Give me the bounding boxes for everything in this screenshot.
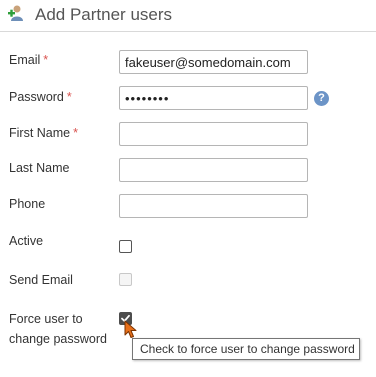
page-title: Add Partner users <box>35 5 173 24</box>
send-email-label: Send Email <box>9 273 73 287</box>
phone-field[interactable] <box>119 194 308 218</box>
required-marker: * <box>66 90 72 104</box>
first-name-label: First Name * <box>9 126 78 140</box>
active-checkbox[interactable] <box>119 240 132 253</box>
first-name-field[interactable] <box>119 122 308 146</box>
question-icon[interactable]: ? <box>314 91 329 106</box>
last-name-field[interactable] <box>119 158 308 182</box>
add-user-icon <box>8 5 23 21</box>
mouse-pointer-icon <box>124 320 137 338</box>
force-change-tooltip: Check to force user to change password <box>132 338 360 360</box>
add-partner-users-page: Add Partner users Email* Password* ? Fir… <box>0 0 376 377</box>
send-email-checkbox <box>119 273 132 286</box>
email-field[interactable] <box>119 50 308 74</box>
force-change-label-line1: Force user to <box>9 312 83 326</box>
required-marker: * <box>43 53 49 67</box>
last-name-label: Last Name <box>9 161 70 175</box>
force-change-label-line2: change password <box>9 332 107 346</box>
required-marker: * <box>73 126 78 140</box>
page-header: Add Partner users <box>0 0 376 32</box>
email-label: Email * <box>9 53 49 67</box>
active-label: Active <box>9 234 44 248</box>
phone-label: Phone <box>9 197 46 211</box>
password-label: Password * <box>9 90 72 104</box>
password-field[interactable] <box>119 86 308 110</box>
